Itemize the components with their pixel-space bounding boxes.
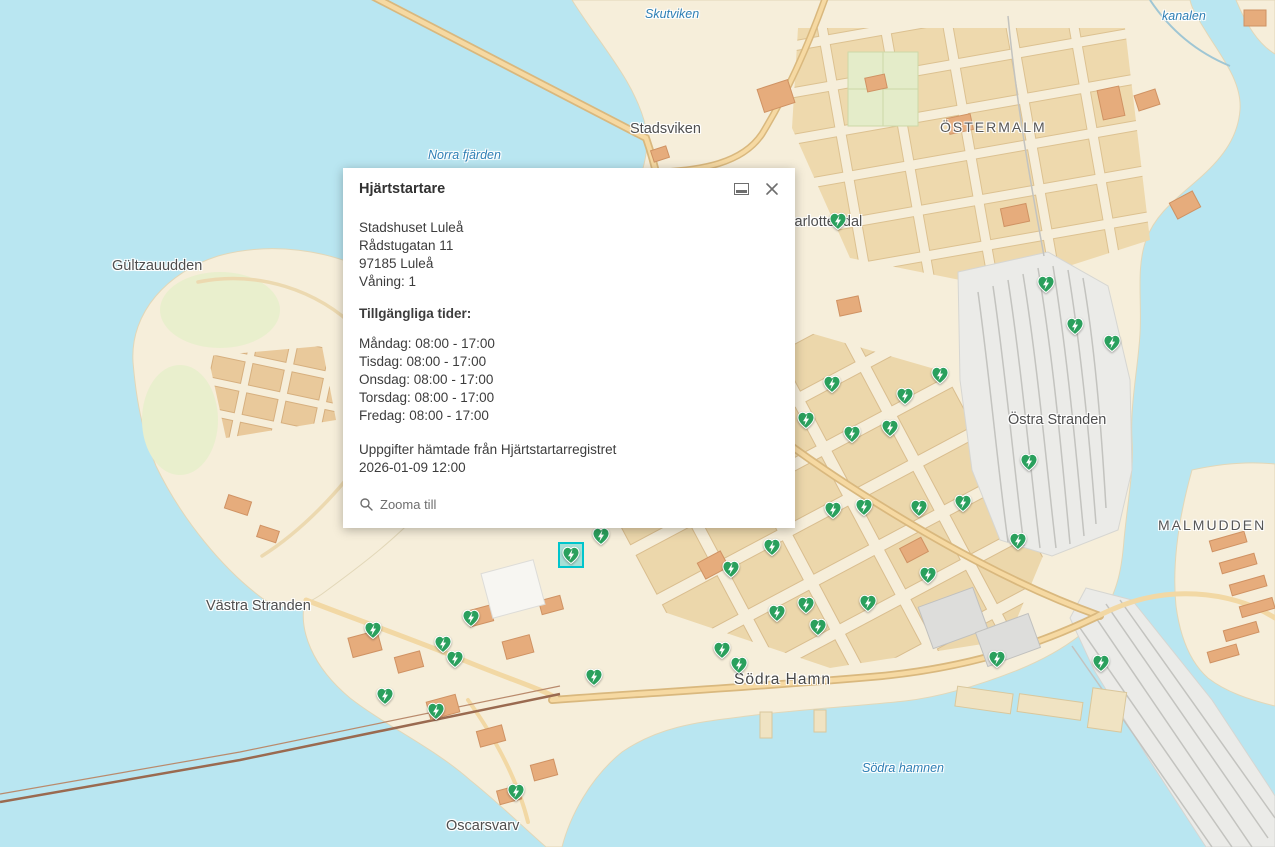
defibrillator-marker[interactable] xyxy=(761,536,783,558)
heart-defibrillator-icon xyxy=(821,373,843,395)
heart-defibrillator-icon xyxy=(917,564,939,586)
heart-defibrillator-icon xyxy=(1064,315,1086,337)
hours-thursday: Torsdag: 08:00 - 17:00 xyxy=(359,389,779,407)
close-icon[interactable] xyxy=(765,182,779,196)
defibrillator-marker[interactable] xyxy=(952,492,974,514)
defibrillator-marker[interactable] xyxy=(908,497,930,519)
hours-heading: Tillgängliga tider: xyxy=(359,305,779,323)
heart-defibrillator-icon xyxy=(425,700,447,722)
defibrillator-marker[interactable] xyxy=(807,616,829,638)
defibrillator-marker[interactable] xyxy=(374,685,396,707)
defibrillator-marker[interactable] xyxy=(894,385,916,407)
heart-defibrillator-icon xyxy=(908,497,930,519)
heart-defibrillator-icon xyxy=(766,602,788,624)
hours-monday: Måndag: 08:00 - 17:00 xyxy=(359,335,779,353)
defibrillator-marker[interactable] xyxy=(1101,332,1123,354)
heart-defibrillator-icon xyxy=(857,592,879,614)
defibrillator-marker[interactable] xyxy=(583,666,605,688)
defibrillator-marker[interactable] xyxy=(853,496,875,518)
floor: Våning: 1 xyxy=(359,273,779,291)
heart-defibrillator-icon xyxy=(827,210,849,232)
defibrillator-marker[interactable] xyxy=(425,700,447,722)
heart-defibrillator-icon xyxy=(986,648,1008,670)
heart-defibrillator-icon xyxy=(505,781,527,803)
heart-defibrillator-icon xyxy=(583,666,605,688)
hours-wednesday: Onsdag: 08:00 - 17:00 xyxy=(359,371,779,389)
dock-icon[interactable] xyxy=(734,183,749,195)
defibrillator-marker[interactable] xyxy=(879,417,901,439)
heart-defibrillator-icon xyxy=(590,525,612,547)
zoom-to-icon xyxy=(359,497,374,512)
defibrillator-marker[interactable] xyxy=(795,409,817,431)
defibrillator-marker[interactable] xyxy=(444,648,466,670)
heart-defibrillator-icon xyxy=(879,417,901,439)
heart-defibrillator-icon xyxy=(761,536,783,558)
zoom-to-button[interactable]: Zooma till xyxy=(343,495,452,528)
map-canvas[interactable]: SkutvikenkanalenNorra fjärdenStadsvikenÖ… xyxy=(0,0,1275,847)
heart-defibrillator-icon xyxy=(720,558,742,580)
heart-defibrillator-icon xyxy=(1090,652,1112,674)
heart-defibrillator-icon xyxy=(1035,273,1057,295)
heart-defibrillator-icon xyxy=(1018,451,1040,473)
heart-defibrillator-icon xyxy=(894,385,916,407)
popup-actions xyxy=(734,182,779,196)
defibrillator-marker[interactable] xyxy=(795,594,817,616)
defibrillator-marker[interactable] xyxy=(929,364,951,386)
source-note: Uppgifter hämtade från Hjärtstartarregis… xyxy=(359,441,779,459)
defibrillator-marker[interactable] xyxy=(362,619,384,641)
defibrillator-marker[interactable] xyxy=(766,602,788,624)
heart-defibrillator-icon xyxy=(1007,530,1029,552)
location-name: Stadshuset Luleå xyxy=(359,219,779,237)
defibrillator-marker[interactable] xyxy=(986,648,1008,670)
defibrillator-marker[interactable] xyxy=(728,654,750,676)
defibrillator-marker[interactable] xyxy=(822,499,844,521)
postal-city: 97185 Luleå xyxy=(359,255,779,273)
heart-defibrillator-icon xyxy=(728,654,750,676)
defibrillator-popup: Hjärtstartare Stadshuset Luleå Rådstugat… xyxy=(343,168,795,528)
hours-tuesday: Tisdag: 08:00 - 17:00 xyxy=(359,353,779,371)
popup-body: Stadshuset Luleå Rådstugatan 11 97185 Lu… xyxy=(343,205,795,477)
defibrillator-marker[interactable] xyxy=(827,210,849,232)
heart-defibrillator-icon xyxy=(929,364,951,386)
heart-defibrillator-icon xyxy=(841,423,863,445)
defibrillator-marker[interactable] xyxy=(857,592,879,614)
heart-defibrillator-icon xyxy=(560,544,582,566)
heart-defibrillator-icon xyxy=(807,616,829,638)
street-address: Rådstugatan 11 xyxy=(359,237,779,255)
defibrillator-marker[interactable] xyxy=(1007,530,1029,552)
zoom-to-label: Zooma till xyxy=(380,497,436,512)
selected-defibrillator-marker[interactable] xyxy=(558,542,584,568)
defibrillator-marker[interactable] xyxy=(821,373,843,395)
heart-defibrillator-icon xyxy=(795,594,817,616)
defibrillator-marker[interactable] xyxy=(841,423,863,445)
popup-header: Hjärtstartare xyxy=(343,168,795,205)
heart-defibrillator-icon xyxy=(795,409,817,431)
heart-defibrillator-icon xyxy=(362,619,384,641)
hours-friday: Fredag: 08:00 - 17:00 xyxy=(359,407,779,425)
defibrillator-marker[interactable] xyxy=(590,525,612,547)
defibrillator-marker[interactable] xyxy=(1064,315,1086,337)
defibrillator-marker[interactable] xyxy=(1018,451,1040,473)
heart-defibrillator-icon xyxy=(444,648,466,670)
heart-defibrillator-icon xyxy=(460,607,482,629)
heart-defibrillator-icon xyxy=(853,496,875,518)
heart-defibrillator-icon xyxy=(952,492,974,514)
defibrillator-marker[interactable] xyxy=(505,781,527,803)
heart-defibrillator-icon xyxy=(374,685,396,707)
defibrillator-marker[interactable] xyxy=(460,607,482,629)
defibrillator-marker[interactable] xyxy=(1090,652,1112,674)
heart-defibrillator-icon xyxy=(822,499,844,521)
source-timestamp: 2026-01-09 12:00 xyxy=(359,459,779,477)
defibrillator-marker[interactable] xyxy=(917,564,939,586)
popup-title: Hjärtstartare xyxy=(359,181,445,197)
heart-defibrillator-icon xyxy=(1101,332,1123,354)
defibrillator-marker[interactable] xyxy=(1035,273,1057,295)
defibrillator-marker[interactable] xyxy=(720,558,742,580)
